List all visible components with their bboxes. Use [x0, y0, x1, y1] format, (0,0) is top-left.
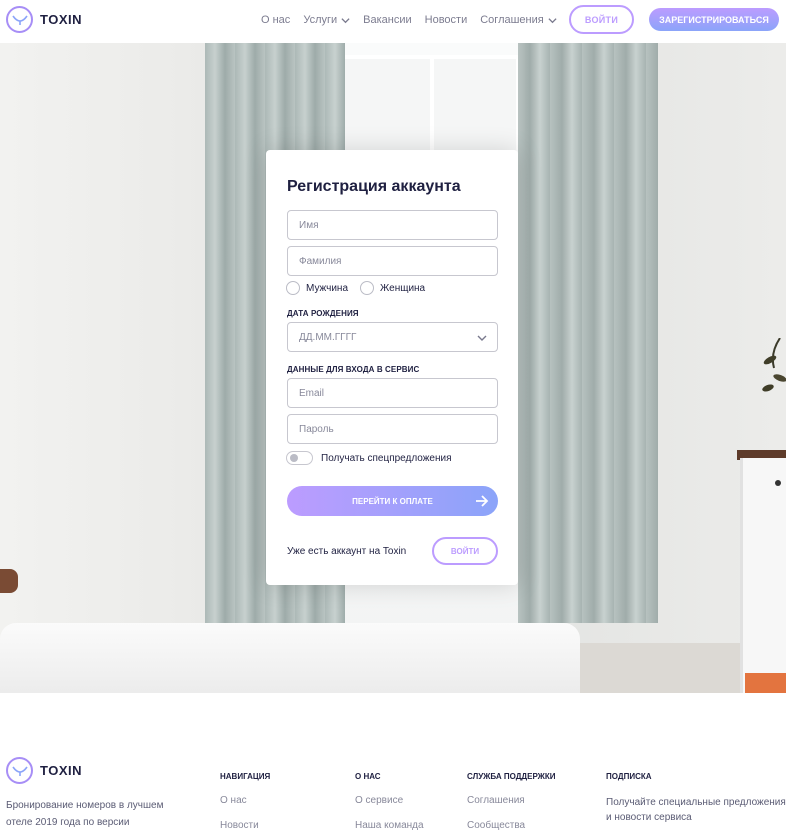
footer-link[interactable]: О сервисе	[355, 795, 424, 806]
footer-description: Бронирование номеров в лучшем отеле 2019…	[6, 800, 164, 828]
nav-item-news[interactable]: Новости	[425, 14, 468, 26]
hero-bed	[0, 623, 580, 693]
offers-toggle-row: Получать спецпредложения	[286, 451, 452, 465]
birthdate-input[interactable]: ДД.ММ.ГГГГ	[287, 322, 498, 352]
password-placeholder: Пароль	[299, 423, 334, 435]
hero-cabinet	[740, 458, 786, 693]
password-input[interactable]: Пароль	[287, 414, 498, 444]
hero-curtain-right	[518, 43, 658, 623]
hero-lamp	[0, 569, 18, 593]
nav-item-vacancies[interactable]: Вакансии	[363, 14, 412, 26]
gender-option-female[interactable]: Женщина	[360, 281, 425, 295]
last-name-input[interactable]: Фамилия	[287, 246, 498, 276]
footer-link[interactable]: Соглашения	[467, 795, 556, 806]
birthdate-label: ДАТА РОЖДЕНИЯ	[287, 309, 359, 318]
first-name-input[interactable]: Имя	[287, 210, 498, 240]
footer-link[interactable]: О нас	[220, 795, 270, 806]
hero-plant	[762, 338, 786, 392]
footer-column-heading: СЛУЖБА ПОДДЕРЖКИ	[467, 772, 556, 781]
have-account-text: Уже есть аккаунт на Toxin	[287, 545, 407, 557]
footer-subscribe-text: Получайте специальные предложения и ново…	[606, 797, 786, 823]
radio-circle-icon[interactable]	[360, 281, 375, 295]
footer-column-subscribe: ПОДПИСКА Получайте специальные предложен…	[606, 772, 786, 825]
footer-column-heading: НАВИГАЦИЯ	[220, 772, 271, 781]
nav-item-agreements[interactable]: Соглашения	[480, 14, 557, 26]
chevron-down-icon	[548, 17, 557, 23]
site-footer: TOXIN Бронирование номеров в лучшем отел…	[0, 693, 786, 835]
offers-toggle-label: Получать спецпредложения	[321, 452, 452, 464]
gender-option-label: Мужчина	[306, 282, 349, 294]
credentials-label: ДАННЫЕ ДЛЯ ВХОДА В СЕРВИС	[287, 365, 420, 374]
nav-label: Новости	[424, 14, 468, 26]
first-name-placeholder: Имя	[299, 219, 319, 231]
nav-label: О нас	[261, 14, 291, 26]
arrow-right-icon	[476, 495, 489, 507]
logo[interactable]: TOXIN	[6, 6, 82, 33]
registration-card: Регистрация аккаунта Имя Фамилия Мужчина…	[266, 150, 518, 585]
footer-logo-text: TOXIN	[40, 763, 82, 778]
main-nav: О нас Услуги Вакансии Новости Соглашения	[261, 14, 570, 26]
hero-window-frame	[340, 55, 520, 165]
footer-link[interactable]: Наша команда	[355, 820, 424, 831]
chevron-down-icon	[341, 17, 350, 23]
email-placeholder: Email	[299, 387, 325, 399]
site-header: TOXIN О нас Услуги Вакансии Новости Согл…	[0, 0, 786, 43]
have-account-row: Уже есть аккаунт на Toxin ВОЙТИ	[287, 537, 498, 565]
header-login-button[interactable]: ВОЙТИ	[569, 5, 634, 34]
go-to-payment-button[interactable]: ПЕРЕЙТИ К ОПЛАТЕ	[287, 486, 498, 516]
offers-toggle[interactable]	[286, 451, 313, 465]
nav-label: Соглашения	[480, 14, 544, 26]
go-to-payment-label: ПЕРЕЙТИ К ОПЛАТЕ	[352, 496, 433, 506]
last-name-placeholder: Фамилия	[299, 255, 342, 267]
nav-item-services[interactable]: Услуги	[303, 14, 350, 26]
birthdate-placeholder: ДД.ММ.ГГГГ	[299, 331, 357, 343]
hero-cabinet-knob	[775, 480, 781, 486]
radio-circle-icon[interactable]	[286, 281, 300, 295]
toxin-logo-icon	[6, 6, 33, 33]
nav-item-about[interactable]: О нас	[261, 14, 290, 26]
footer-column-about: О НАС О сервисе Наша команда	[355, 772, 424, 835]
gender-option-male[interactable]: Мужчина	[286, 281, 348, 295]
chevron-down-icon[interactable]	[477, 333, 487, 343]
footer-column-heading: О НАС	[355, 772, 381, 781]
hero-orange-object	[745, 673, 786, 693]
header-register-button[interactable]: ЗАРЕГИСТРИРОВАТЬСЯ	[649, 8, 779, 31]
toxin-logo-icon	[6, 757, 33, 784]
card-login-button[interactable]: ВОЙТИ	[432, 537, 498, 565]
footer-column-navigation: НАВИГАЦИЯ О нас Новости	[220, 772, 270, 835]
logo-text: TOXIN	[40, 12, 82, 27]
footer-column-support: СЛУЖБА ПОДДЕРЖКИ Соглашения Сообщества	[467, 772, 556, 835]
nav-label: Вакансии	[363, 14, 412, 26]
footer-link[interactable]: Новости	[220, 820, 270, 831]
email-input[interactable]: Email	[287, 378, 498, 408]
registration-title: Регистрация аккаунта	[287, 178, 461, 195]
footer-link[interactable]: Сообщества	[467, 820, 556, 831]
nav-label: Услуги	[303, 14, 338, 26]
gender-option-label: Женщина	[380, 282, 426, 294]
gender-radio-group: Мужчина Женщина	[286, 281, 437, 295]
footer-subscribe-heading: ПОДПИСКА	[606, 772, 652, 781]
footer-logo[interactable]: TOXIN	[6, 757, 82, 784]
